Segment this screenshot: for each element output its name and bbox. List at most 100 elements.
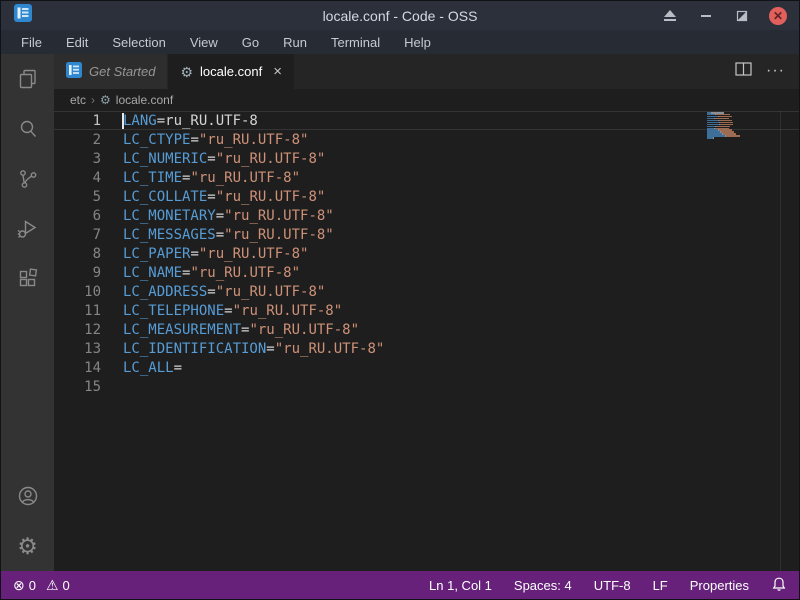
menu-item-terminal[interactable]: Terminal — [321, 33, 390, 52]
token-string: "ru_RU.UTF-8" — [216, 189, 326, 205]
token-string: "ru_RU.UTF-8" — [199, 132, 309, 148]
notifications-bell-icon[interactable] — [771, 576, 787, 595]
text-cursor — [122, 113, 124, 129]
token-plain: = — [266, 341, 274, 357]
encoding-setting[interactable]: UTF-8 — [594, 578, 631, 593]
problems-indicator[interactable]: ⊗ 0 ⚠ 0 — [13, 578, 70, 593]
line-number: 2 — [54, 131, 123, 148]
menu-item-run[interactable]: Run — [273, 33, 317, 52]
breadcrumb-folder[interactable]: etc — [70, 93, 86, 107]
close-button[interactable]: ✕ — [769, 7, 787, 25]
status-bar: ⊗ 0 ⚠ 0 Ln 1, Col 1 Spaces: 4 UTF-8 LF P… — [1, 571, 799, 599]
code-line-9[interactable]: 9LC_NAME="ru_RU.UTF-8" — [54, 263, 799, 282]
code-oss-icon — [66, 62, 82, 81]
line-number: 13 — [54, 340, 123, 357]
minimap-line — [707, 137, 745, 139]
code-line-7[interactable]: 7LC_MESSAGES="ru_RU.UTF-8" — [54, 225, 799, 244]
line-number: 11 — [54, 302, 123, 319]
token-string: "ru_RU.UTF-8" — [216, 284, 326, 300]
code-line-3[interactable]: 3LC_NUMERIC="ru_RU.UTF-8" — [54, 149, 799, 168]
cursor-position[interactable]: Ln 1, Col 1 — [429, 578, 492, 593]
tab-close-icon[interactable]: × — [273, 63, 282, 80]
line-text: LC_NAME="ru_RU.UTF-8" — [123, 264, 300, 281]
indentation-setting[interactable]: Spaces: 4 — [514, 578, 572, 593]
chevron-right-icon: › — [91, 93, 95, 107]
language-mode[interactable]: Properties — [690, 578, 749, 593]
token-key: LC_TELEPHONE — [123, 303, 224, 319]
split-editor-icon[interactable] — [735, 62, 752, 81]
code-line-6[interactable]: 6LC_MONETARY="ru_RU.UTF-8" — [54, 206, 799, 225]
tab-get-started[interactable]: Get Started — [54, 54, 168, 89]
settings-gear-icon[interactable]: ⚙ — [1, 521, 54, 571]
code-line-1[interactable]: 1LANG=ru_RU.UTF-8 — [54, 111, 799, 130]
tab-label: locale.conf — [200, 64, 262, 79]
menu-item-file[interactable]: File — [11, 33, 52, 52]
code-line-13[interactable]: 13LC_IDENTIFICATION="ru_RU.UTF-8" — [54, 339, 799, 358]
token-string: "ru_RU.UTF-8" — [190, 265, 300, 281]
code-line-12[interactable]: 12LC_MEASUREMENT="ru_RU.UTF-8" — [54, 320, 799, 339]
line-number: 7 — [54, 226, 123, 243]
token-plain: = — [174, 360, 182, 376]
line-number: 9 — [54, 264, 123, 281]
more-actions-icon[interactable]: ··· — [766, 68, 785, 74]
token-key: LC_MONETARY — [123, 208, 216, 224]
line-number: 1 — [54, 112, 123, 129]
token-key: LC_COLLATE — [123, 189, 207, 205]
extensions-icon[interactable] — [1, 254, 54, 304]
tab-locale-conf[interactable]: ⚙ locale.conf × — [168, 54, 293, 89]
line-text: LC_TELEPHONE="ru_RU.UTF-8" — [123, 302, 342, 319]
minimap[interactable] — [707, 112, 745, 139]
explorer-icon[interactable] — [1, 54, 54, 104]
line-number: 8 — [54, 245, 123, 262]
breadcrumb-file[interactable]: locale.conf — [116, 93, 173, 107]
shade-button[interactable] — [661, 7, 679, 25]
run-and-debug-icon[interactable] — [1, 204, 54, 254]
line-text: LC_MONETARY="ru_RU.UTF-8" — [123, 207, 334, 224]
eol-setting[interactable]: LF — [653, 578, 668, 593]
token-string: "ru_RU.UTF-8" — [190, 170, 300, 186]
code-line-8[interactable]: 8LC_PAPER="ru_RU.UTF-8" — [54, 244, 799, 263]
token-string: "ru_RU.UTF-8" — [249, 322, 359, 338]
token-key: LC_CTYPE — [123, 132, 190, 148]
token-plain: = — [216, 227, 224, 243]
line-number: 12 — [54, 321, 123, 338]
warning-count: 0 — [63, 578, 70, 593]
token-key: LANG — [123, 113, 157, 129]
menu-item-help[interactable]: Help — [394, 33, 441, 52]
menu-item-selection[interactable]: Selection — [102, 33, 175, 52]
restore-button[interactable] — [733, 7, 751, 25]
restore-icon — [736, 10, 748, 22]
token-plain: = — [224, 303, 232, 319]
token-plain: = — [207, 189, 215, 205]
code-line-10[interactable]: 10LC_ADDRESS="ru_RU.UTF-8" — [54, 282, 799, 301]
search-icon[interactable] — [1, 104, 54, 154]
token-string: "ru_RU.UTF-8" — [233, 303, 343, 319]
menu-item-go[interactable]: Go — [232, 33, 269, 52]
token-key: LC_NUMERIC — [123, 151, 207, 167]
close-icon: ✕ — [773, 10, 783, 22]
tab-label: Get Started — [89, 64, 155, 79]
token-string: "ru_RU.UTF-8" — [275, 341, 385, 357]
code-line-14[interactable]: 14LC_ALL= — [54, 358, 799, 377]
minimize-icon — [701, 15, 711, 17]
line-text: LC_MEASUREMENT="ru_RU.UTF-8" — [123, 321, 359, 338]
token-key: LC_NAME — [123, 265, 182, 281]
line-text: LC_COLLATE="ru_RU.UTF-8" — [123, 188, 325, 205]
token-key: LC_MESSAGES — [123, 227, 216, 243]
code-oss-logo-icon — [14, 4, 32, 27]
window-controls: ✕ — [661, 7, 799, 25]
code-line-11[interactable]: 11LC_TELEPHONE="ru_RU.UTF-8" — [54, 301, 799, 320]
menu-item-edit[interactable]: Edit — [56, 33, 98, 52]
code-editor[interactable]: 1LANG=ru_RU.UTF-82LC_CTYPE="ru_RU.UTF-8"… — [54, 111, 799, 571]
menu-item-view[interactable]: View — [180, 33, 228, 52]
code-line-4[interactable]: 4LC_TIME="ru_RU.UTF-8" — [54, 168, 799, 187]
line-text: LC_MESSAGES="ru_RU.UTF-8" — [123, 226, 334, 243]
error-count: 0 — [29, 578, 36, 593]
line-number: 3 — [54, 150, 123, 167]
minimize-button[interactable] — [697, 7, 715, 25]
accounts-icon[interactable] — [1, 471, 54, 521]
code-line-15[interactable]: 15 — [54, 377, 799, 396]
source-control-icon[interactable] — [1, 154, 54, 204]
code-line-2[interactable]: 2LC_CTYPE="ru_RU.UTF-8" — [54, 130, 799, 149]
code-line-5[interactable]: 5LC_COLLATE="ru_RU.UTF-8" — [54, 187, 799, 206]
